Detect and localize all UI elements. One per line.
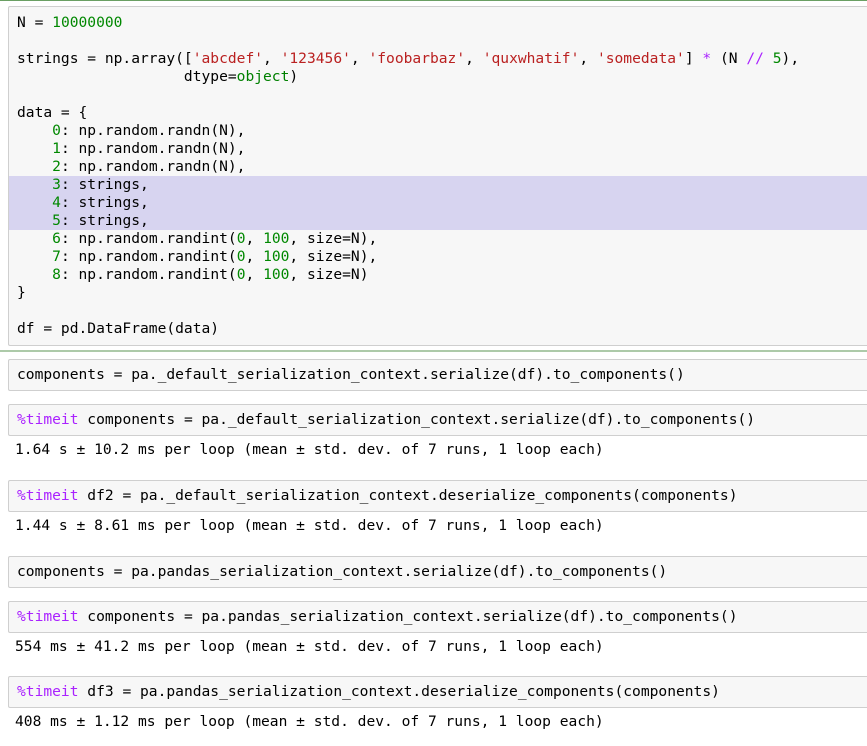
magic-command: %timeit: [17, 411, 79, 428]
code-line: df = pd.DataFrame(data): [17, 320, 220, 337]
selected-cell-border: [0, 0, 867, 1]
code-line: data = {: [17, 104, 88, 121]
code-cell-2-input[interactable]: components = pa._default_serialization_c…: [8, 359, 867, 391]
code-line: 2: np.random.randn(N),: [52, 158, 246, 175]
code-line: 3: strings,: [9, 176, 867, 194]
code-text: df2 = pa._default_serialization_context.…: [78, 487, 738, 504]
code-line: 6: np.random.randint(0, 100, size=N),: [52, 230, 378, 247]
code-cell-5-input[interactable]: components = pa.pandas_serialization_con…: [8, 556, 867, 588]
code-cell-4-output: 1.44 s ± 8.61 ms per loop (mean ± std. d…: [15, 517, 604, 534]
code-cell-2-code: components = pa._default_serialization_c…: [17, 366, 685, 383]
code-cell-4-code: %timeit df2 = pa._default_serialization_…: [9, 481, 867, 505]
code-cell-6-output: 554 ms ± 41.2 ms per loop (mean ± std. d…: [15, 638, 604, 655]
code-line: 8: np.random.randint(0, 100, size=N): [52, 266, 369, 283]
code-line: 0: np.random.randn(N),: [52, 122, 246, 139]
magic-command: %timeit: [17, 683, 79, 700]
code-line: dtype=object): [17, 68, 299, 85]
code-cell-7-input[interactable]: %timeit df3 = pa.pandas_serialization_co…: [8, 676, 867, 708]
code-cell-5-code: components = pa.pandas_serialization_con…: [17, 563, 668, 580]
code-cell-4-input[interactable]: %timeit df2 = pa._default_serialization_…: [8, 480, 867, 512]
code-text: df3 = pa.pandas_serialization_context.de…: [78, 683, 720, 700]
code-cell-3-output: 1.64 s ± 10.2 ms per loop (mean ± std. d…: [15, 441, 604, 458]
magic-command: %timeit: [17, 487, 79, 504]
code-line: 4: strings,: [9, 194, 867, 212]
code-cell-6-code: %timeit components = pa.pandas_serializa…: [9, 602, 867, 626]
code-cell-7-output: 408 ms ± 1.12 ms per loop (mean ± std. d…: [15, 713, 604, 730]
code-line: strings = np.array(['abcdef', '123456', …: [17, 50, 800, 67]
code-line: 5: strings,: [9, 212, 867, 230]
code-cell-6-input[interactable]: %timeit components = pa.pandas_serializa…: [8, 601, 867, 633]
magic-command: %timeit: [17, 608, 79, 625]
code-text: components = pa._default_serialization_c…: [78, 411, 756, 428]
code-line: }: [17, 284, 26, 301]
cell-separator: [0, 350, 867, 352]
code-cell-7-code: %timeit df3 = pa.pandas_serialization_co…: [9, 677, 867, 701]
code-cell-3-code: %timeit components = pa._default_seriali…: [9, 405, 867, 429]
code-cell-1-input[interactable]: N = 10000000 strings = np.array(['abcdef…: [8, 6, 867, 346]
code-cell-3-input[interactable]: %timeit components = pa._default_seriali…: [8, 404, 867, 436]
code-cell-1-code: N = 10000000 strings = np.array(['abcdef…: [9, 7, 867, 338]
code-line: 7: np.random.randint(0, 100, size=N),: [52, 248, 378, 265]
code-line: 1: np.random.randn(N),: [52, 140, 246, 157]
code-line: N = 10000000: [17, 14, 123, 31]
code-text: components = pa.pandas_serialization_con…: [78, 608, 738, 625]
